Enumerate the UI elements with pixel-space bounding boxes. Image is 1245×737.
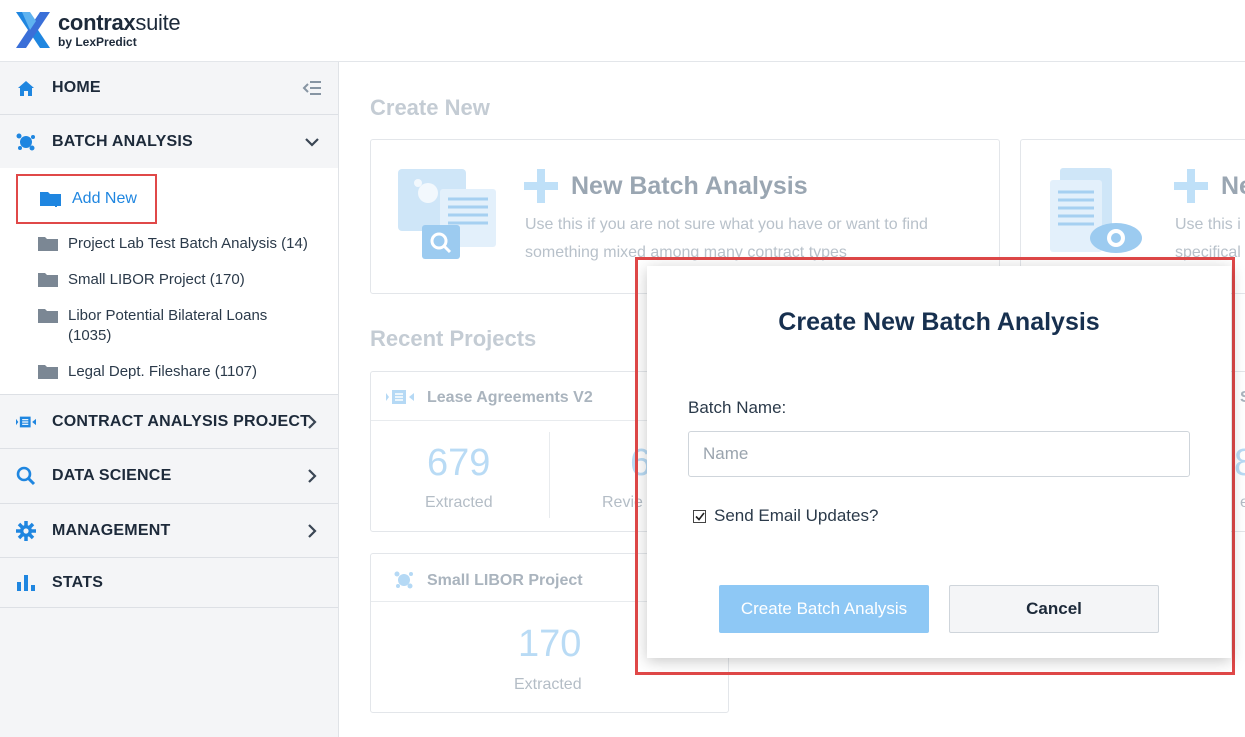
sidebar-project-item[interactable]: Libor Potential Bilateral Loans (1035) <box>0 306 338 346</box>
add-new-label: Add New <box>72 190 137 207</box>
nav-batch-analysis[interactable]: BATCH ANALYSIS <box>0 115 338 168</box>
recent-project-name: Lease Agreements V2 <box>427 389 593 406</box>
chevron-right-icon[interactable] <box>302 412 322 432</box>
extracted-label: Extracted <box>514 676 582 693</box>
sidebar-project-item[interactable]: Small LIBOR Project (170) <box>0 270 338 290</box>
create-batch-analysis-button[interactable]: Create Batch Analysis <box>719 585 929 633</box>
batch-analysis-icon <box>394 571 413 589</box>
stat-label: e <box>1240 494 1245 511</box>
collapse-sidebar-icon[interactable] <box>302 78 322 98</box>
nav-home[interactable]: HOME <box>0 62 338 115</box>
top-bar: contraxsuite by LexPredict <box>0 0 1245 62</box>
email-updates-checkbox-row[interactable]: Send Email Updates? <box>693 506 878 526</box>
nav-management[interactable]: MANAGEMENT <box>0 504 338 558</box>
recent-project-name: Small LIBOR Project <box>427 572 583 589</box>
chevron-right-icon[interactable] <box>302 521 322 541</box>
nav-data-science-label: DATA SCIENCE <box>52 467 172 484</box>
checkmark-icon <box>694 512 705 521</box>
nav-data-science[interactable]: DATA SCIENCE <box>0 449 338 504</box>
create-new-heading: Create New <box>370 95 490 120</box>
chevron-right-icon[interactable] <box>302 466 322 486</box>
document-view-icon <box>1050 168 1142 253</box>
search-icon <box>16 466 36 486</box>
sidebar-project-item[interactable]: Legal Dept. Fileshare (1107) <box>0 362 338 382</box>
batch-name-input[interactable] <box>688 431 1190 477</box>
stat-count: 8 <box>1234 442 1245 484</box>
card-title: Ne <box>1221 172 1245 200</box>
nav-stats[interactable]: STATS <box>0 558 338 608</box>
folder-icon <box>38 237 58 251</box>
nav-stats-label: STATS <box>52 573 104 591</box>
bar-chart-icon <box>16 573 36 593</box>
batch-analysis-submenu: Add New Project Lab Test Batch Analysis … <box>0 168 338 395</box>
chevron-down-icon[interactable] <box>302 132 322 152</box>
extracted-count: 170 <box>518 623 582 665</box>
nav-home-label: HOME <box>52 79 101 96</box>
contract-analysis-icon <box>16 412 36 432</box>
project-name: Legal Dept. Fileshare (1107) <box>68 363 257 380</box>
plus-icon <box>1174 169 1208 203</box>
brand-suffix: suite <box>135 10 181 35</box>
nav-contract-analysis-label: CONTRACT ANALYSIS PROJECT <box>52 412 311 430</box>
gear-icon <box>16 520 36 541</box>
batch-name-label: Batch Name: <box>688 398 787 417</box>
folder-icon <box>38 309 58 323</box>
extracted-count: 679 <box>427 442 491 484</box>
sidebar-project-item[interactable]: Project Lab Test Batch Analysis (14) <box>0 234 338 254</box>
batch-document-icon <box>398 169 496 259</box>
email-updates-label: Send Email Updates? <box>714 506 879 525</box>
recent-projects-heading: Recent Projects <box>370 326 537 351</box>
create-batch-modal: Create New Batch Analysis Batch Name: Se… <box>647 266 1231 658</box>
sidebar: HOME BATCH ANALYSIS Add New Project Lab … <box>0 62 339 737</box>
recent-project-name: S <box>1240 389 1245 407</box>
email-updates-checkbox[interactable] <box>693 509 706 523</box>
add-new-batch-link[interactable]: Add New <box>16 174 157 224</box>
nav-management-label: MANAGEMENT <box>52 521 171 539</box>
contraxsuite-logo-icon <box>16 12 50 48</box>
nav-contract-analysis[interactable]: CONTRACT ANALYSIS PROJECT <box>0 395 338 449</box>
batch-analysis-icon <box>16 132 36 152</box>
project-name: Project Lab Test Batch Analysis (14) <box>68 235 308 252</box>
extracted-label: Extracted <box>425 494 493 511</box>
nav-batch-analysis-label: BATCH ANALYSIS <box>52 132 193 150</box>
contract-analysis-icon <box>386 390 414 404</box>
brand-byline: by LexPredict <box>58 35 137 49</box>
plus-icon <box>524 169 558 203</box>
app-logo[interactable]: contraxsuite by LexPredict <box>16 10 181 49</box>
folder-add-icon <box>40 192 61 207</box>
cancel-button[interactable]: Cancel <box>949 585 1159 633</box>
card-title: New Batch Analysis <box>571 172 808 200</box>
project-name: Libor Potential Bilateral Loans (1035) <box>68 307 268 344</box>
modal-title: Create New Batch Analysis <box>778 308 1100 336</box>
folder-icon <box>38 273 58 287</box>
brand-name: contrax <box>58 10 136 35</box>
folder-icon <box>38 365 58 379</box>
project-name: Small LIBOR Project (170) <box>68 271 245 288</box>
home-icon <box>16 78 36 98</box>
